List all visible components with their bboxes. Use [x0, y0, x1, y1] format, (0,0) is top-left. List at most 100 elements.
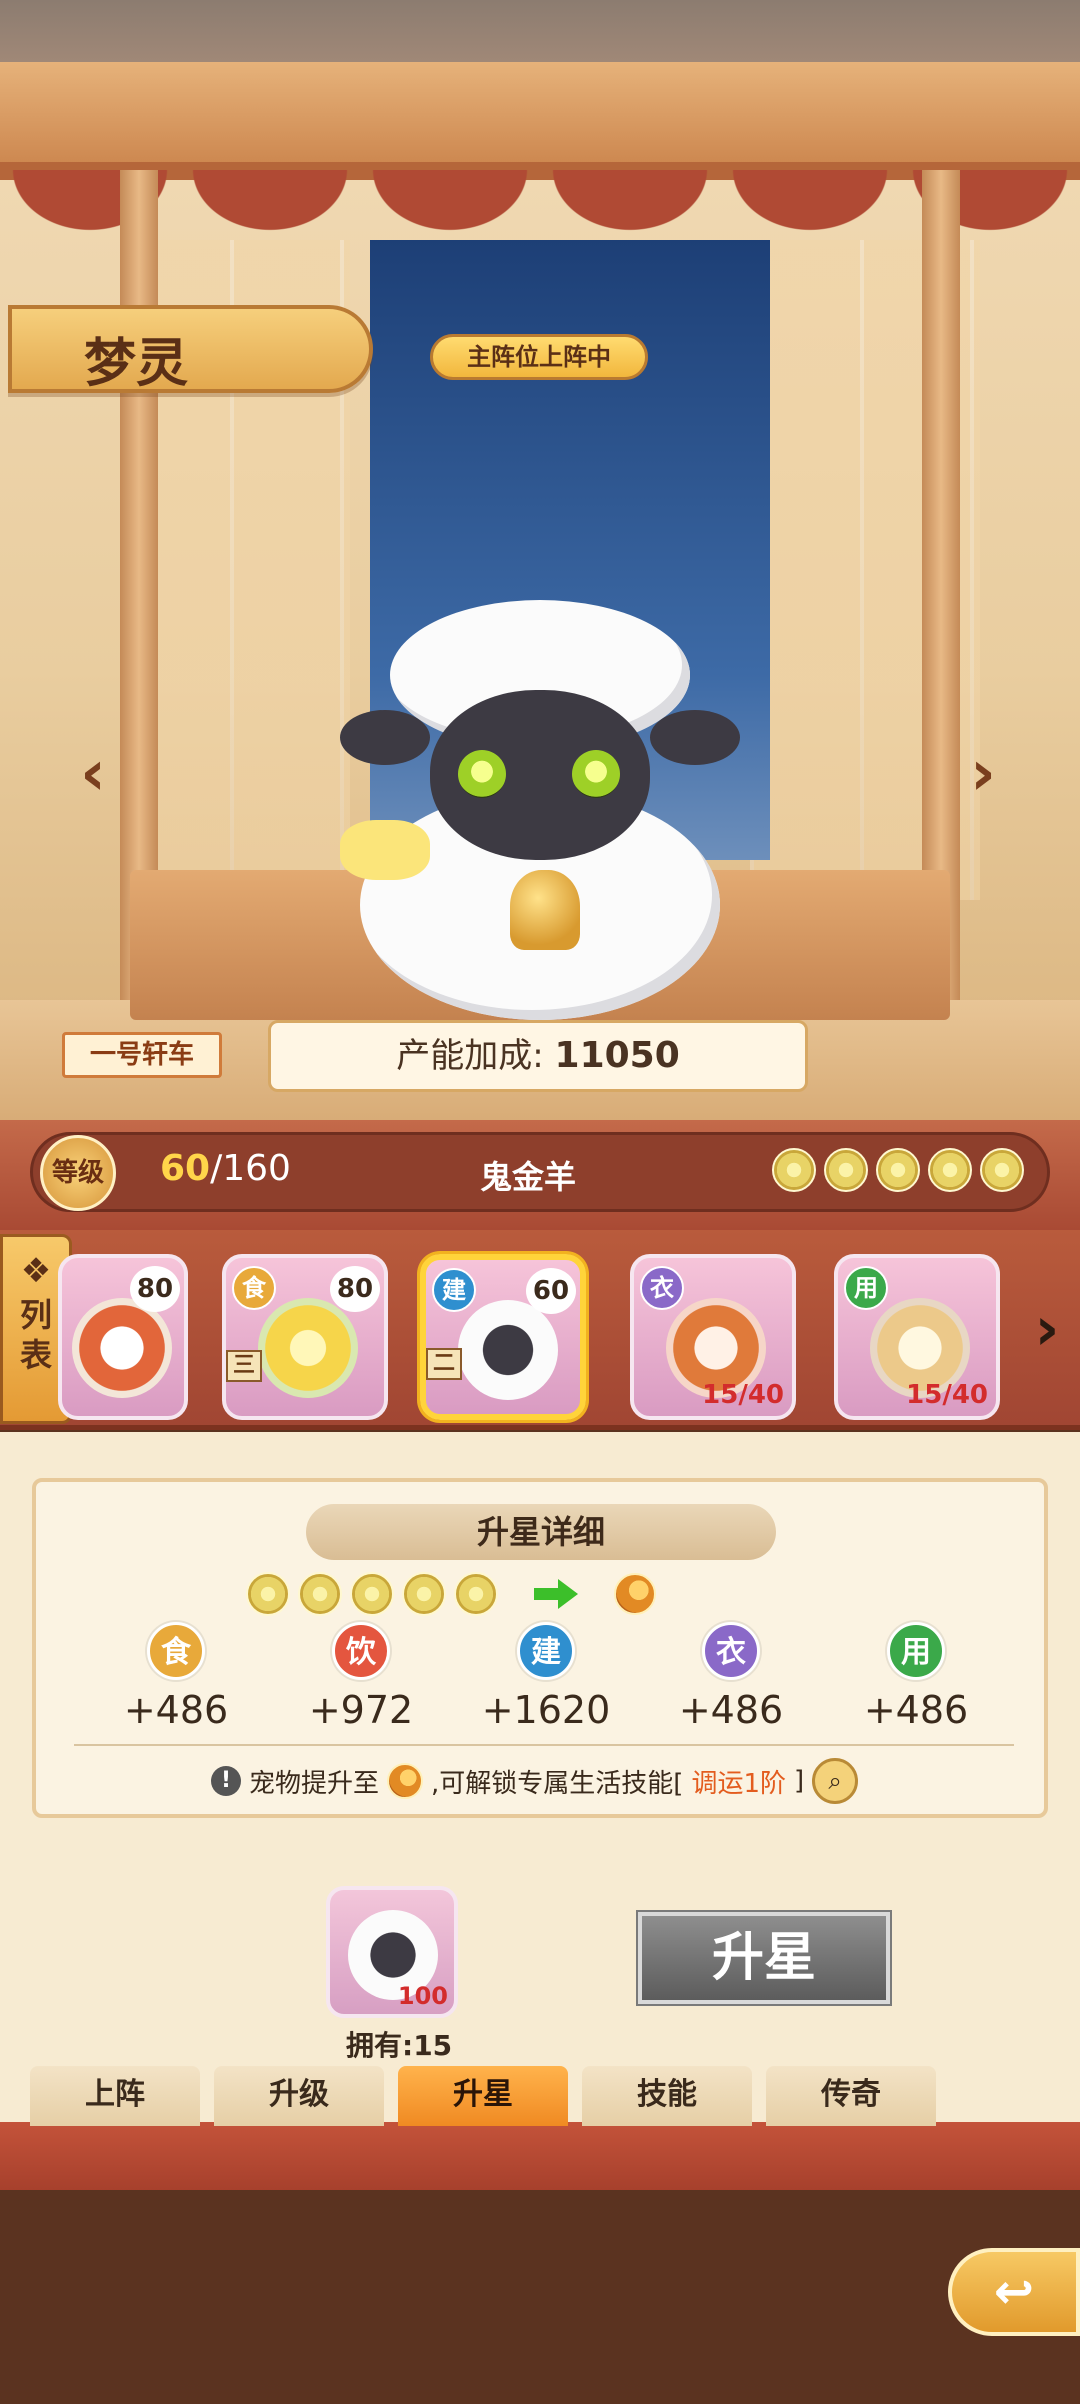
detail-title: 升星详细 [306, 1504, 776, 1560]
production-value: 11050 [554, 1035, 680, 1076]
roof-beam [0, 62, 1080, 180]
pet-name: 梦灵 [84, 333, 189, 394]
pet-face [430, 690, 650, 860]
star-progress-row [246, 1572, 656, 1616]
star-icon [928, 1148, 972, 1192]
attribute-utility: 用 +486 [836, 1622, 996, 1732]
left-ear [340, 710, 430, 765]
top-bar [0, 0, 1080, 62]
skill-unlock-hint: ! 宠物提升至 ,可解锁专属生活技能[调运1阶] ⌕ [211, 1758, 859, 1804]
pet-card[interactable]: 用 15/40 [834, 1254, 1000, 1420]
attribute-value: +486 [123, 1688, 229, 1732]
back-button[interactable]: ↩ [948, 2248, 1080, 2336]
star-icon [454, 1572, 498, 1616]
card-level: 80 [330, 1266, 380, 1312]
attribute-gains: 食 +486 饮 +972 建 +1620 衣 +486 用 +486 [96, 1622, 996, 1732]
card-progress: 15/40 [702, 1380, 784, 1410]
production-label: 产能加成: [396, 1036, 544, 1076]
pet-card[interactable]: 80 [58, 1254, 188, 1420]
card-level: 80 [130, 1266, 180, 1312]
attribute-value: +486 [863, 1688, 969, 1732]
star-up-button[interactable]: 升星 [636, 1910, 892, 2006]
list-tab-label: 列表 [19, 1296, 52, 1374]
carriage-tag: 一号轩车 [62, 1032, 222, 1078]
attribute-build: 建 +1620 [466, 1622, 626, 1732]
tab-legend[interactable]: 传奇 [766, 2066, 936, 2126]
tier-badge: 二 [426, 1348, 462, 1380]
food-icon: 食 [147, 1622, 205, 1680]
right-eye [572, 750, 620, 798]
info-icon: ! [211, 1766, 241, 1796]
attribute-value: +486 [678, 1688, 784, 1732]
attribute-clothing: 衣 +486 [651, 1622, 811, 1732]
star-up-material[interactable]: 100 [326, 1886, 458, 2018]
unlock-mid: ,可解锁专属生活技能[ [431, 1768, 684, 1799]
star-icon [824, 1148, 868, 1192]
deploy-status-badge: 主阵位上阵中 [430, 334, 648, 380]
material-quantity: 100 [397, 1982, 448, 2010]
tab-bar-base [0, 2122, 1080, 2192]
drink-icon: 饮 [332, 1622, 390, 1680]
card-level: 60 [526, 1268, 576, 1314]
pet-character-illustration [320, 570, 760, 1020]
moon-rank-icon [614, 1573, 656, 1615]
tier-badge: 三 [226, 1350, 262, 1382]
star-icon [350, 1572, 394, 1616]
star-icon [980, 1148, 1024, 1192]
utility-icon: 用 [887, 1622, 945, 1680]
pet-showcase-scene: 梦灵 主阵位上阵中 ‹ › 一号轩车 产能加成: 11050 [0, 0, 1080, 1120]
prev-pet-arrow-icon[interactable]: ‹ [68, 740, 118, 810]
attribute-value: +972 [308, 1688, 414, 1732]
star-up-detail-card: 升星详细 食 +486 饮 +972 建 +1620 衣 +486 用 +486 [32, 1478, 1048, 1818]
level-badge: 等级 [40, 1135, 116, 1211]
pet-name-banner: 梦灵 [8, 305, 373, 394]
clothing-icon: 衣 [702, 1622, 760, 1680]
level-value: 60/160 [160, 1148, 291, 1189]
attribute-food: 食 +486 [96, 1622, 256, 1732]
food-type-icon: 食 [232, 1266, 276, 1310]
build-type-icon: 建 [432, 1268, 476, 1312]
tab-star-up[interactable]: 升星 [398, 2066, 568, 2126]
star-icon [298, 1572, 342, 1616]
clothing-type-icon: 衣 [640, 1266, 684, 1310]
arrow-right-icon [534, 1579, 578, 1609]
tab-skills[interactable]: 技能 [582, 2066, 752, 2126]
tab-upgrade[interactable]: 升级 [214, 2066, 384, 2126]
back-arrow-icon: ↩ [993, 2264, 1035, 2320]
tab-deploy[interactable]: 上阵 [30, 2066, 200, 2126]
carousel-next-arrow-icon[interactable]: › [1022, 1290, 1072, 1370]
bottom-band [0, 2190, 1080, 2404]
star-icon [876, 1148, 920, 1192]
level-max: /160 [210, 1148, 291, 1189]
star-icon [246, 1572, 290, 1616]
pet-card[interactable]: 食 80 三 [222, 1254, 388, 1420]
level-current: 60 [160, 1148, 211, 1189]
pet-species: 鬼金羊 [480, 1158, 577, 1196]
build-icon: 建 [517, 1622, 575, 1680]
yellow-bow [340, 820, 430, 880]
unlock-skill: 调运1阶 [691, 1768, 786, 1799]
pet-portrait [72, 1298, 172, 1398]
attribute-drink: 饮 +972 [281, 1622, 441, 1732]
divider [74, 1744, 1014, 1746]
right-ear [650, 710, 740, 765]
pet-card-selected[interactable]: 建 60 二 [420, 1254, 586, 1420]
pet-card[interactable]: 衣 15/40 [630, 1254, 796, 1420]
pet-carousel: ❖ 列表 80 食 80 三 建 60 二 衣 15/40 用 15/40 › [0, 1230, 1080, 1430]
magnifier-icon[interactable]: ⌕ [812, 1758, 859, 1804]
owned-count: 拥有:15 [346, 2029, 453, 2062]
next-pet-arrow-icon[interactable]: › [958, 740, 1008, 810]
bottom-tabs: 上阵 升级 升星 技能 传奇 [30, 2066, 936, 2126]
utility-type-icon: 用 [844, 1266, 888, 1310]
production-bonus: 产能加成: 11050 [268, 1020, 808, 1092]
golden-bell [510, 870, 580, 950]
card-progress: 15/40 [906, 1380, 988, 1410]
star-icon [402, 1572, 446, 1616]
pet-portrait [458, 1300, 558, 1400]
left-eye [458, 750, 506, 798]
level-bar: 等级 60/160 鬼金羊 [0, 1120, 1080, 1230]
moon-rank-icon [387, 1763, 424, 1799]
attribute-value: +1620 [481, 1688, 611, 1732]
curtain-valance [0, 170, 1080, 240]
pet-portrait [258, 1298, 358, 1398]
